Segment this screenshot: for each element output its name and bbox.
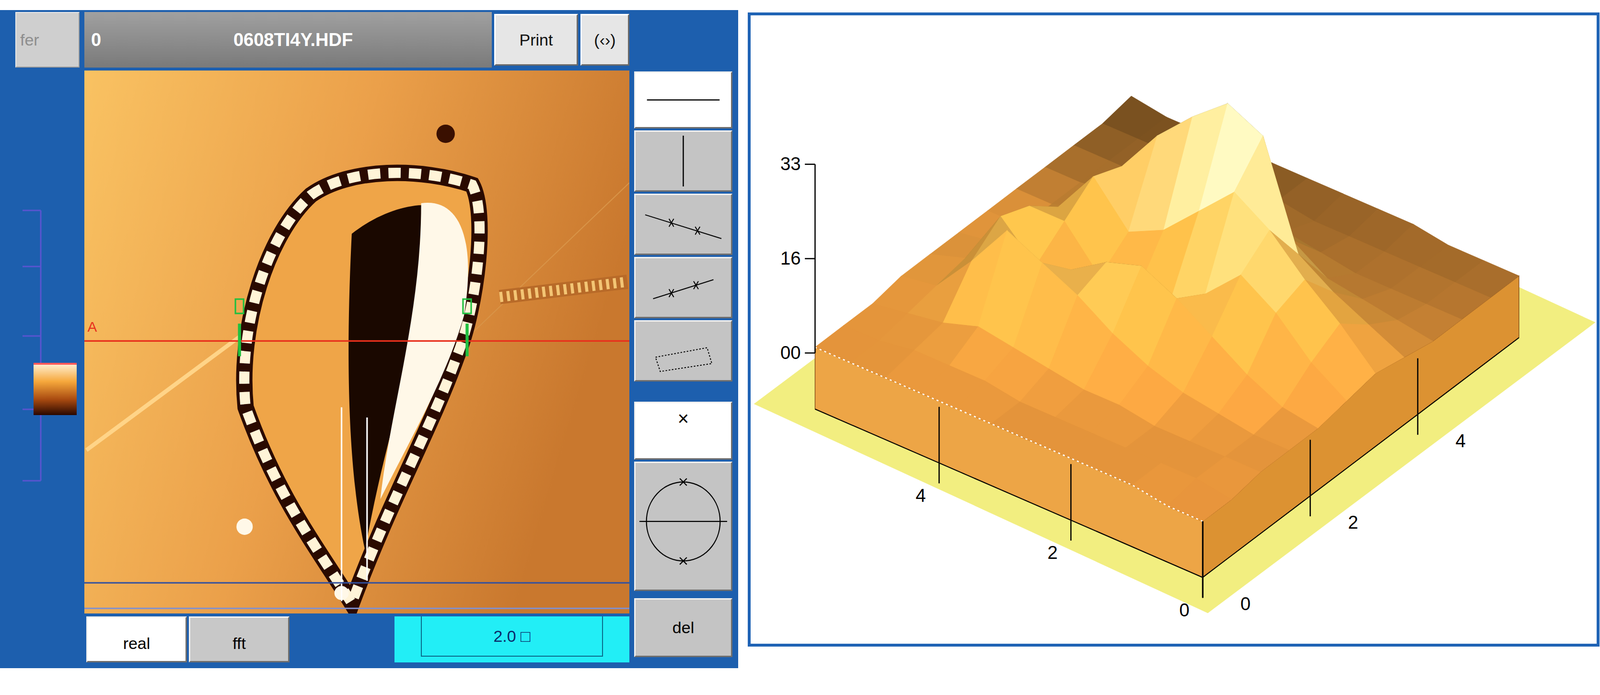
- file-name: 0608TI4Y.HDF: [101, 29, 486, 51]
- surface-plot[interactable]: 0 2 4 0 2 4 00 16 33: [750, 15, 1597, 644]
- topography-image[interactable]: A: [84, 70, 630, 614]
- surface-plot-window: 0 2 4 0 2 4 00 16 33: [747, 12, 1600, 647]
- axis-tick-label: 4: [915, 485, 926, 506]
- point-tool[interactable]: ×: [634, 401, 733, 460]
- afm-image[interactable]: A: [84, 70, 630, 614]
- z-tick-label: 00: [780, 342, 801, 363]
- afm-viewer-window: fer 0 0608TI4Y.HDF Print(‹›) A × del rea…: [0, 10, 739, 669]
- left-axis: 0 2 4: [814, 406, 1203, 621]
- vertical-line-tool[interactable]: [634, 130, 733, 192]
- right-axis: 0 2 4: [1202, 337, 1519, 615]
- ellipse-icon: [639, 466, 728, 586]
- view-tabs: realfft: [86, 616, 290, 663]
- z-axis: 00 16 33: [780, 153, 815, 363]
- frame-index: 0: [91, 29, 102, 51]
- particle: [236, 173, 480, 604]
- axis-tick-label: 0: [1179, 599, 1190, 621]
- surface: [814, 96, 1519, 522]
- axis-tick-label: 2: [1347, 511, 1358, 533]
- horizontal-line-tool[interactable]: [634, 71, 733, 129]
- horizontal-line-icon: [639, 76, 728, 124]
- scale-bracket: [22, 210, 41, 481]
- axis-tick-label: 4: [1455, 430, 1466, 452]
- rectangle-icon: [639, 325, 728, 377]
- title-row: 0 0608TI4Y.HDF Print(‹›): [84, 11, 630, 68]
- cursor-marker[interactable]: [463, 299, 472, 357]
- toggle-button[interactable]: (‹›): [580, 13, 630, 66]
- marker-tools: ×: [634, 401, 733, 592]
- rectangle-tool[interactable]: [634, 320, 733, 382]
- tool-palette: × del: [634, 11, 733, 663]
- scale-readout: 2.0 □: [394, 616, 630, 663]
- bottom-bar: realfft 2.0 □: [84, 616, 630, 663]
- z-tick-label: 16: [780, 247, 801, 269]
- view-tab[interactable]: fft: [188, 616, 290, 663]
- title-bar: 0 0608TI4Y.HDF: [84, 11, 492, 68]
- color-bar: [33, 363, 77, 416]
- scale-gutter: [0, 70, 80, 614]
- scratch-line: [86, 330, 248, 451]
- transfer-button[interactable]: fer: [15, 11, 80, 68]
- z-scale: [0, 70, 80, 614]
- short-segment-tool[interactable]: [634, 256, 733, 319]
- cursor-marker[interactable]: [235, 299, 244, 357]
- print-button[interactable]: Print: [494, 13, 579, 66]
- box-left-face: [814, 347, 1203, 578]
- profile-label: A: [87, 318, 97, 335]
- view-tab[interactable]: real: [86, 616, 187, 663]
- vertical-line-icon: [639, 135, 728, 187]
- profile-line[interactable]: A: [84, 318, 630, 341]
- line-segment-tool[interactable]: [634, 193, 733, 256]
- delete-button[interactable]: del: [634, 598, 733, 658]
- z-tick-label: 33: [780, 153, 801, 174]
- dark-spot: [436, 124, 455, 143]
- short-segment-icon: [639, 262, 728, 314]
- axis-tick-label: 2: [1047, 542, 1058, 563]
- ellipse-tool[interactable]: [634, 461, 733, 592]
- screen: fer 0 0608TI4Y.HDF Print(‹›) A × del rea…: [0, 0, 1600, 669]
- axis-tick-label: 0: [1240, 593, 1251, 615]
- threaded-feature: [499, 281, 628, 298]
- line-segment-icon: [639, 198, 728, 250]
